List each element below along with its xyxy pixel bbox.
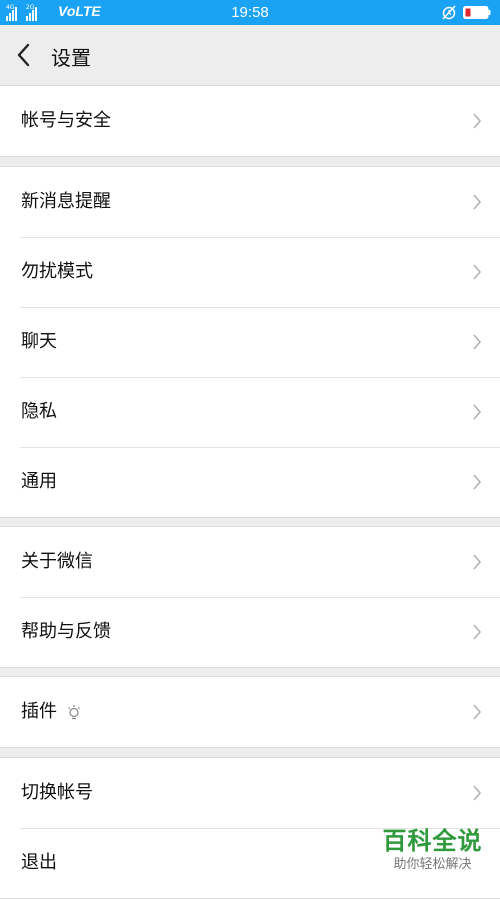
settings-item-account-security[interactable]: 帐号与安全 <box>0 86 500 156</box>
settings-item-label: 退出 <box>21 852 57 873</box>
settings-group-plugins: 插件 <box>0 676 500 748</box>
settings-item-chat[interactable]: 聊天 <box>0 307 500 377</box>
status-bar: 4G 2G VoLTE 19:58 <box>0 0 500 25</box>
clock: 19:58 <box>231 4 269 21</box>
title-bar: 设置 <box>0 25 500 85</box>
page-title: 设置 <box>51 46 91 70</box>
settings-item-label: 新消息提醒 <box>21 191 111 212</box>
settings-item-label: 帐号与安全 <box>21 110 111 131</box>
settings-item-new-message-alerts[interactable]: 新消息提醒 <box>0 167 500 237</box>
settings-item-general[interactable]: 通用 <box>0 447 500 517</box>
settings-item-help-feedback[interactable]: 帮助与反馈 <box>0 597 500 667</box>
chevron-right-icon <box>473 785 482 801</box>
battery-icon <box>463 6 491 19</box>
settings-group-account: 帐号与安全 <box>0 85 500 157</box>
watermark: 百科全说 助你轻松解决 <box>370 826 495 874</box>
settings-item-label: 聊天 <box>21 331 57 352</box>
settings-item-label: 帮助与反馈 <box>21 621 111 642</box>
chevron-right-icon <box>473 334 482 350</box>
watermark-title: 百科全说 <box>382 827 483 855</box>
watermark-subtitle: 助你轻松解决 <box>393 857 472 872</box>
alarm-off-icon <box>442 5 456 20</box>
settings-item-label: 隐私 <box>21 401 57 422</box>
settings-group-general: 新消息提醒 勿扰模式 聊天 隐私 通用 <box>0 166 500 518</box>
chevron-right-icon <box>473 113 482 129</box>
lightbulb-icon <box>68 705 80 720</box>
settings-group-about: 关于微信 帮助与反馈 <box>0 526 500 668</box>
chevron-right-icon <box>473 404 482 420</box>
settings-item-label: 关于微信 <box>21 551 93 572</box>
settings-item-label: 通用 <box>21 471 57 492</box>
chevron-right-icon <box>473 194 482 210</box>
chevron-right-icon <box>473 704 482 720</box>
chevron-right-icon <box>473 554 482 570</box>
settings-item-label: 切换帐号 <box>21 782 93 803</box>
settings-item-do-not-disturb[interactable]: 勿扰模式 <box>0 237 500 307</box>
settings-item-plugins[interactable]: 插件 <box>0 677 500 747</box>
settings-item-label: 勿扰模式 <box>21 261 93 282</box>
settings-item-switch-account[interactable]: 切换帐号 <box>0 758 500 828</box>
settings-item-about-wechat[interactable]: 关于微信 <box>0 527 500 597</box>
chevron-right-icon <box>473 264 482 280</box>
settings-item-privacy[interactable]: 隐私 <box>0 377 500 447</box>
chevron-right-icon <box>473 474 482 490</box>
chevron-right-icon <box>473 624 482 640</box>
settings-item-label: 插件 <box>21 701 57 722</box>
back-chevron-icon[interactable] <box>14 42 36 68</box>
